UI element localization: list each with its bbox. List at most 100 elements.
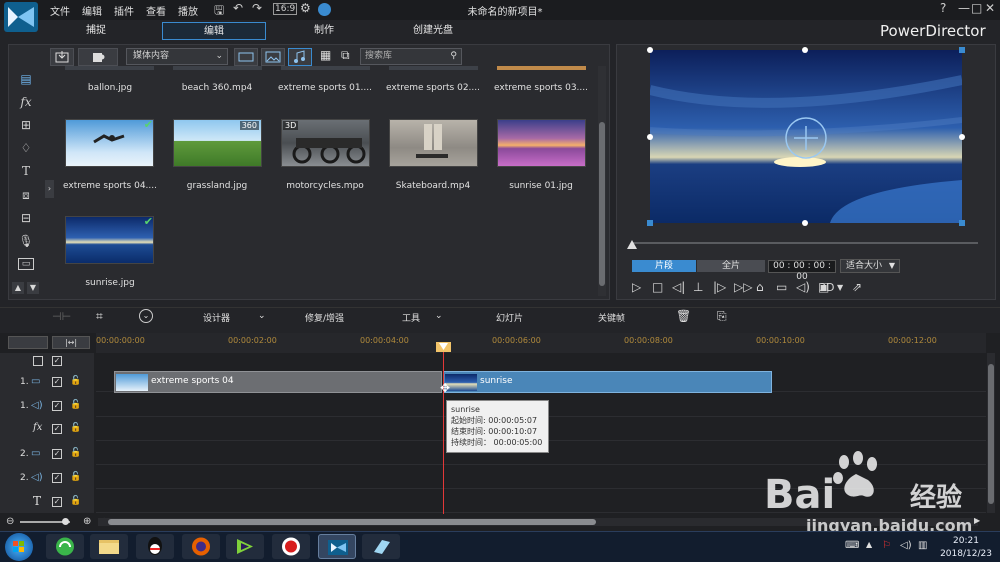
resize-handle[interactable]	[802, 220, 808, 226]
particle-room-icon[interactable]: ♢	[18, 141, 34, 155]
tray-volume-icon[interactable]: ◁)	[900, 540, 912, 551]
tab-create-disc[interactable]: 创建光盘	[400, 22, 466, 40]
chevron-down-icon[interactable]: ▼	[837, 283, 843, 292]
subtitle-room-icon[interactable]: ▭	[18, 258, 34, 270]
tray-keyboard-icon[interactable]: ⌨	[845, 540, 859, 551]
effects-room-icon[interactable]: fx	[18, 95, 34, 109]
tab-edit[interactable]: 编辑	[162, 22, 266, 40]
resize-handle[interactable]	[647, 220, 653, 226]
timeline-clip-sunrise[interactable]: sunrise	[443, 371, 772, 393]
media-thumb-grassland[interactable]: 360	[173, 119, 262, 167]
tab-capture[interactable]: 捕捉	[66, 22, 126, 40]
maximize-button[interactable]: □	[971, 1, 982, 15]
trash-icon[interactable]: 🗑	[676, 309, 691, 323]
next-frame-icon[interactable]: |▷	[713, 280, 726, 294]
fullscreen-library-icon[interactable]: ⧉	[341, 48, 350, 63]
tray-network-icon[interactable]: ▥	[918, 540, 927, 551]
designer-button[interactable]: 设计器	[203, 311, 230, 324]
windows-start-icon[interactable]	[5, 533, 33, 561]
track-enable-checkbox[interactable]: ✓	[52, 424, 62, 434]
save-icon[interactable]: 🖫	[214, 1, 224, 22]
track-enable-checkbox[interactable]: ✓	[52, 377, 62, 387]
lock-icon[interactable]: 🔓	[70, 472, 81, 482]
lock-icon[interactable]: 🔓	[70, 376, 81, 386]
taskbar-clock[interactable]: 20:21 2018/12/23	[934, 535, 998, 561]
minimize-button[interactable]: —	[958, 1, 970, 15]
track-enable-checkbox[interactable]: ✓	[52, 497, 62, 507]
audio-mixing-room-icon[interactable]: ⊟	[18, 211, 34, 225]
preview-frame[interactable]	[648, 50, 964, 223]
tray-alert-icon[interactable]: ⚐	[882, 540, 891, 551]
library-search-input[interactable]: 搜索库 ⚲	[360, 48, 462, 65]
taskbar-media-player-icon[interactable]	[226, 534, 264, 559]
undock-preview-icon[interactable]: ⇗	[852, 280, 862, 294]
options-dropdown-icon[interactable]: ⌄	[139, 309, 153, 323]
redo-icon[interactable]: ↷	[252, 1, 262, 15]
stop-icon[interactable]: □	[652, 280, 663, 294]
track-enable-checkbox[interactable]: ✓	[52, 449, 62, 459]
resize-handle[interactable]	[647, 47, 653, 53]
lock-icon[interactable]: 🔓	[70, 423, 81, 433]
slideshow-button[interactable]: 幻灯片	[496, 311, 523, 324]
library-scrollbar-thumb[interactable]	[599, 122, 605, 286]
import-media-icon[interactable]	[50, 48, 74, 66]
chevron-down-icon[interactable]: ⌄	[435, 311, 443, 321]
menu-view[interactable]: 查看	[146, 3, 166, 18]
keyframe-button[interactable]: 关键帧	[598, 311, 625, 324]
close-button[interactable]: ✕	[985, 1, 995, 15]
media-thumb-skateboard[interactable]	[389, 119, 478, 167]
fix-enhance-button[interactable]: 修复/增强	[305, 311, 344, 324]
audio-filter-icon[interactable]	[288, 48, 312, 66]
undo-icon[interactable]: ↶	[233, 1, 243, 15]
volume-icon[interactable]: ◁)	[796, 280, 810, 294]
crop-icon[interactable]: ⌗	[96, 309, 103, 324]
taskbar-notes-icon[interactable]	[362, 534, 400, 559]
timeline-clip-extreme-sports-04[interactable]: extreme sports 04	[114, 371, 442, 393]
split-clip-icon[interactable]: ⊣⊢	[52, 310, 71, 323]
rail-down-icon[interactable]: ▼	[27, 282, 39, 294]
media-thumb-motorcycles[interactable]: 3D	[281, 119, 370, 167]
tab-produce[interactable]: 制作	[294, 22, 354, 40]
menu-file[interactable]: 文件	[50, 3, 70, 18]
menu-plugins[interactable]: 插件	[114, 3, 134, 18]
fit-timeline-icon[interactable]: |↔|	[52, 336, 90, 349]
image-filter-icon[interactable]	[261, 48, 285, 66]
playhead-line[interactable]	[443, 342, 444, 514]
media-thumb-top-1[interactable]	[65, 66, 154, 70]
timeline-hscroll-thumb[interactable]	[108, 519, 596, 525]
lock-icon[interactable]: 🔓	[70, 400, 81, 410]
media-thumb-top-4[interactable]	[389, 66, 478, 70]
taskbar-powerdirector-icon[interactable]	[318, 534, 356, 559]
resize-handle[interactable]	[959, 134, 965, 140]
zoom-in-icon[interactable]: ⊕	[83, 516, 91, 527]
media-room-icon[interactable]: ▤	[18, 72, 34, 86]
lock-icon[interactable]: 🔓	[70, 448, 81, 458]
transition-room-icon[interactable]: ⧈	[18, 188, 34, 203]
resize-handle[interactable]	[959, 47, 965, 53]
resize-handle[interactable]	[959, 220, 965, 226]
media-thumb-extreme-sports-04[interactable]: ✔	[65, 119, 154, 167]
lock-icon[interactable]: 🔓	[70, 496, 81, 506]
mode-3d-button[interactable]: 3D	[819, 281, 834, 294]
track-enable-checkbox[interactable]: ✓	[52, 401, 62, 411]
export-edit-icon[interactable]: ⎘	[717, 309, 727, 324]
play-icon[interactable]: ▷	[632, 280, 641, 294]
grid-view-icon[interactable]: ▦	[320, 48, 331, 62]
taskbar-firefox-icon[interactable]	[182, 534, 220, 559]
plugins-puzzle-icon[interactable]	[78, 48, 118, 66]
all-tracks-visibility[interactable]	[33, 356, 43, 366]
previous-frame-icon[interactable]: ◁|	[672, 280, 685, 294]
pip-room-icon[interactable]: ⊞	[18, 118, 34, 132]
track-enable-checkbox[interactable]: ✓	[52, 473, 62, 483]
tab-clip-mode[interactable]: 片段	[632, 260, 696, 272]
settings-gear-icon[interactable]: ⚙	[300, 1, 311, 15]
search-icon[interactable]: ⚲	[450, 49, 457, 64]
aspect-ratio-icon[interactable]: 16:9	[273, 3, 298, 15]
preview-seek-knob[interactable]	[627, 240, 637, 249]
preview-zoom-dropdown[interactable]: 适合大小 ▼	[840, 259, 900, 273]
tools-button[interactable]: 工具	[402, 311, 420, 324]
subtitle-icon[interactable]: ▭	[776, 280, 787, 294]
menu-play[interactable]: 播放	[178, 3, 198, 18]
fast-forward-icon[interactable]: ▷▷	[734, 280, 752, 294]
voiceover-room-icon[interactable]: 🎙	[18, 234, 34, 248]
